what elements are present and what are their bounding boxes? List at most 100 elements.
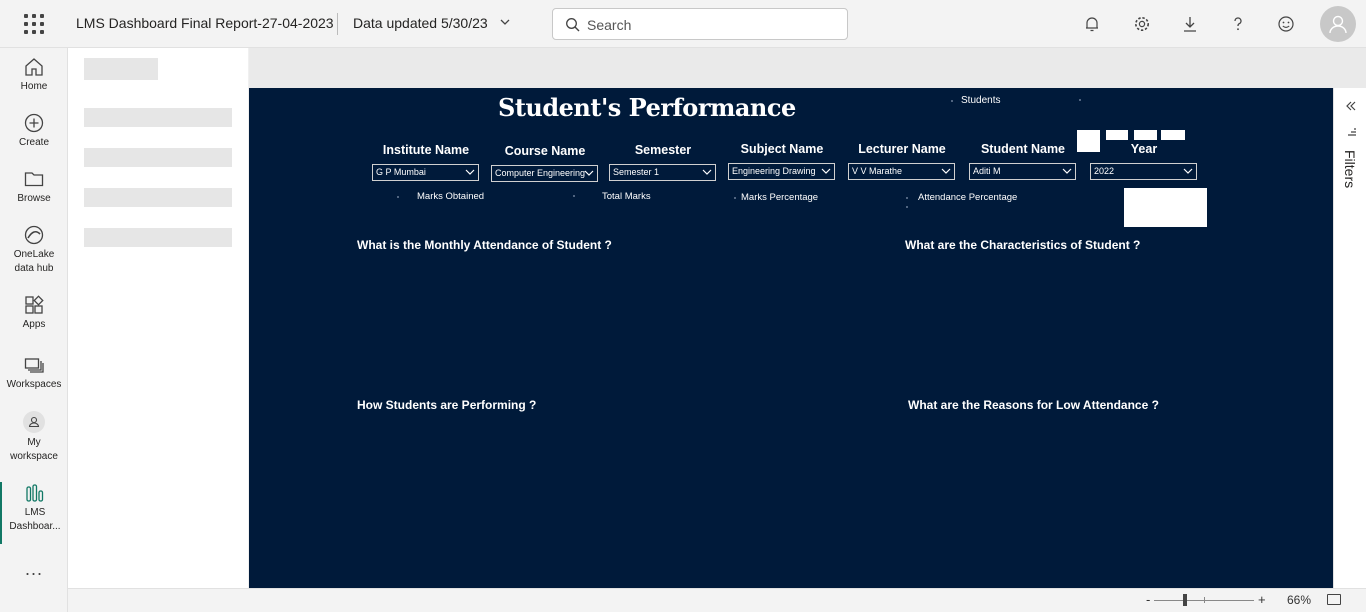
slicer-value: Computer Engineering — [495, 168, 586, 178]
header-divider — [337, 13, 338, 35]
dot-marker — [906, 197, 908, 199]
dot-marker — [734, 197, 736, 199]
white-visual-placeholder[interactable] — [1124, 188, 1207, 227]
slicer-value: Engineering Drawing — [732, 166, 816, 176]
visual-header-icon[interactable] — [1161, 130, 1185, 140]
home-icon — [25, 58, 43, 76]
slicer-dropdown-student[interactable]: Aditi M — [969, 163, 1076, 180]
question-characteristics: What are the Characteristics of Student … — [905, 238, 1141, 252]
chevron-down-icon — [584, 170, 594, 176]
download-icon[interactable] — [1178, 12, 1202, 36]
nav-create[interactable]: Create — [0, 112, 68, 150]
apps-icon — [25, 295, 44, 314]
chevron-down-icon — [1183, 168, 1193, 174]
nav-onelake[interactable]: OneLake data hub — [0, 224, 68, 276]
folder-icon — [24, 172, 44, 187]
nav-label: LMS — [24, 507, 46, 518]
card-label-total-marks: Total Marks — [602, 191, 651, 202]
chevron-down-icon — [702, 169, 712, 175]
pages-pane — [68, 48, 248, 588]
nav-label: Browse — [17, 193, 51, 204]
visual-header-icon[interactable] — [1134, 130, 1157, 140]
nav-home[interactable]: Home — [0, 56, 68, 94]
help-icon[interactable] — [1226, 12, 1250, 36]
slicer-label-lecturer: Lecturer Name — [858, 142, 946, 156]
slicer-value: V V Marathe — [852, 166, 903, 176]
zoom-out-button[interactable]: - — [1146, 592, 1150, 607]
chevron-down-icon — [821, 168, 831, 174]
filters-label[interactable]: Filters — [1342, 150, 1358, 188]
nav-label: Apps — [22, 319, 46, 330]
chevron-down-icon — [1062, 168, 1072, 174]
zoom-slider-thumb[interactable] — [1183, 594, 1187, 606]
collapse-icon[interactable] — [1345, 100, 1357, 112]
app-launcher-icon[interactable] — [24, 14, 44, 34]
data-updated-label[interactable]: Data updated 5/30/23 — [353, 15, 488, 31]
nav-browse[interactable]: Browse — [0, 168, 68, 206]
filter-icon — [1348, 128, 1356, 136]
slicer-value: Aditi M — [973, 166, 1001, 176]
zoom-in-button[interactable]: + — [1258, 592, 1266, 607]
slicer-label-student: Student Name — [980, 142, 1066, 156]
nav-apps[interactable]: Apps — [0, 294, 68, 332]
slicer-value: G P Mumbai — [376, 167, 426, 177]
nav-label: My — [27, 437, 41, 448]
card-label-marks-percentage: Marks Percentage — [741, 192, 819, 203]
workspaces-icon — [24, 358, 44, 373]
person-icon — [1329, 15, 1347, 34]
search-input[interactable] — [587, 15, 837, 35]
slicer-value: Semester 1 — [613, 167, 660, 177]
top-bar: LMS Dashboard Final Report-27-04-2023 Da… — [0, 0, 1366, 48]
nav-lms-dashboard[interactable]: LMS Dashboar... — [0, 482, 68, 544]
zoom-level[interactable]: 66% — [1287, 593, 1311, 607]
gear-icon[interactable] — [1130, 12, 1154, 36]
skeleton-bar — [84, 188, 232, 207]
slicer-label-course: Course Name — [504, 144, 586, 158]
skeleton-bar — [84, 108, 232, 127]
nav-my-workspace[interactable]: My workspace — [0, 410, 68, 464]
nav-label: Dashboar... — [9, 521, 61, 532]
report-canvas: Student's Performance Students Institute… — [249, 88, 1333, 588]
canvas-background — [1333, 48, 1366, 88]
slicer-dropdown-lecturer[interactable]: V V Marathe — [848, 163, 955, 180]
card-label-marks-obtained: Marks Obtained — [417, 191, 485, 202]
chevron-down-icon — [941, 168, 951, 174]
skeleton-bar — [84, 228, 232, 247]
dot-marker — [397, 196, 399, 198]
nav-label: data hub — [14, 263, 54, 274]
avatar[interactable] — [1320, 6, 1356, 42]
nav-label: Home — [20, 81, 48, 92]
skeleton-bar — [84, 148, 232, 167]
visual-header-icon[interactable] — [1106, 130, 1128, 140]
filters-pane[interactable]: Filters — [1333, 88, 1366, 588]
dot-marker — [906, 206, 908, 208]
more-icon[interactable]: ... — [0, 560, 68, 578]
feedback-smiley-icon[interactable] — [1274, 12, 1298, 36]
search-box[interactable] — [552, 8, 848, 40]
report-title[interactable]: LMS Dashboard Final Report-27-04-2023 — [76, 15, 334, 31]
slicer-dropdown-semester[interactable]: Semester 1 — [609, 164, 716, 181]
dot-marker — [1079, 99, 1081, 101]
nav-label: workspace — [10, 451, 58, 462]
slicer-value: 2022 — [1094, 166, 1115, 176]
canvas-background — [249, 48, 1333, 88]
search-icon — [566, 18, 580, 32]
report-icon — [26, 484, 44, 502]
chevron-down-icon — [465, 169, 475, 175]
slicer-dropdown-institute[interactable]: G P Mumbai — [372, 164, 479, 181]
bell-icon[interactable] — [1080, 12, 1104, 36]
zoom-slider-tick — [1204, 597, 1205, 603]
status-bar: - + 66% — [68, 588, 1366, 612]
nav-workspaces[interactable]: Workspaces — [0, 354, 68, 392]
chevron-down-icon[interactable] — [499, 16, 511, 28]
fit-to-page-icon[interactable] — [1327, 594, 1341, 605]
nav-label: OneLake — [13, 249, 55, 260]
slicer-dropdown-year[interactable]: 2022 — [1090, 163, 1197, 180]
slicer-label-subject: Subject Name — [740, 142, 824, 156]
slicer-label-semester: Semester — [634, 143, 692, 157]
left-nav: Home Create Browse OneLake data hub Apps… — [0, 48, 68, 612]
person-icon — [23, 411, 45, 433]
students-label: Students — [961, 95, 1001, 106]
slicer-dropdown-course[interactable]: Computer Engineering — [491, 165, 598, 182]
slicer-dropdown-subject[interactable]: Engineering Drawing — [728, 163, 835, 180]
